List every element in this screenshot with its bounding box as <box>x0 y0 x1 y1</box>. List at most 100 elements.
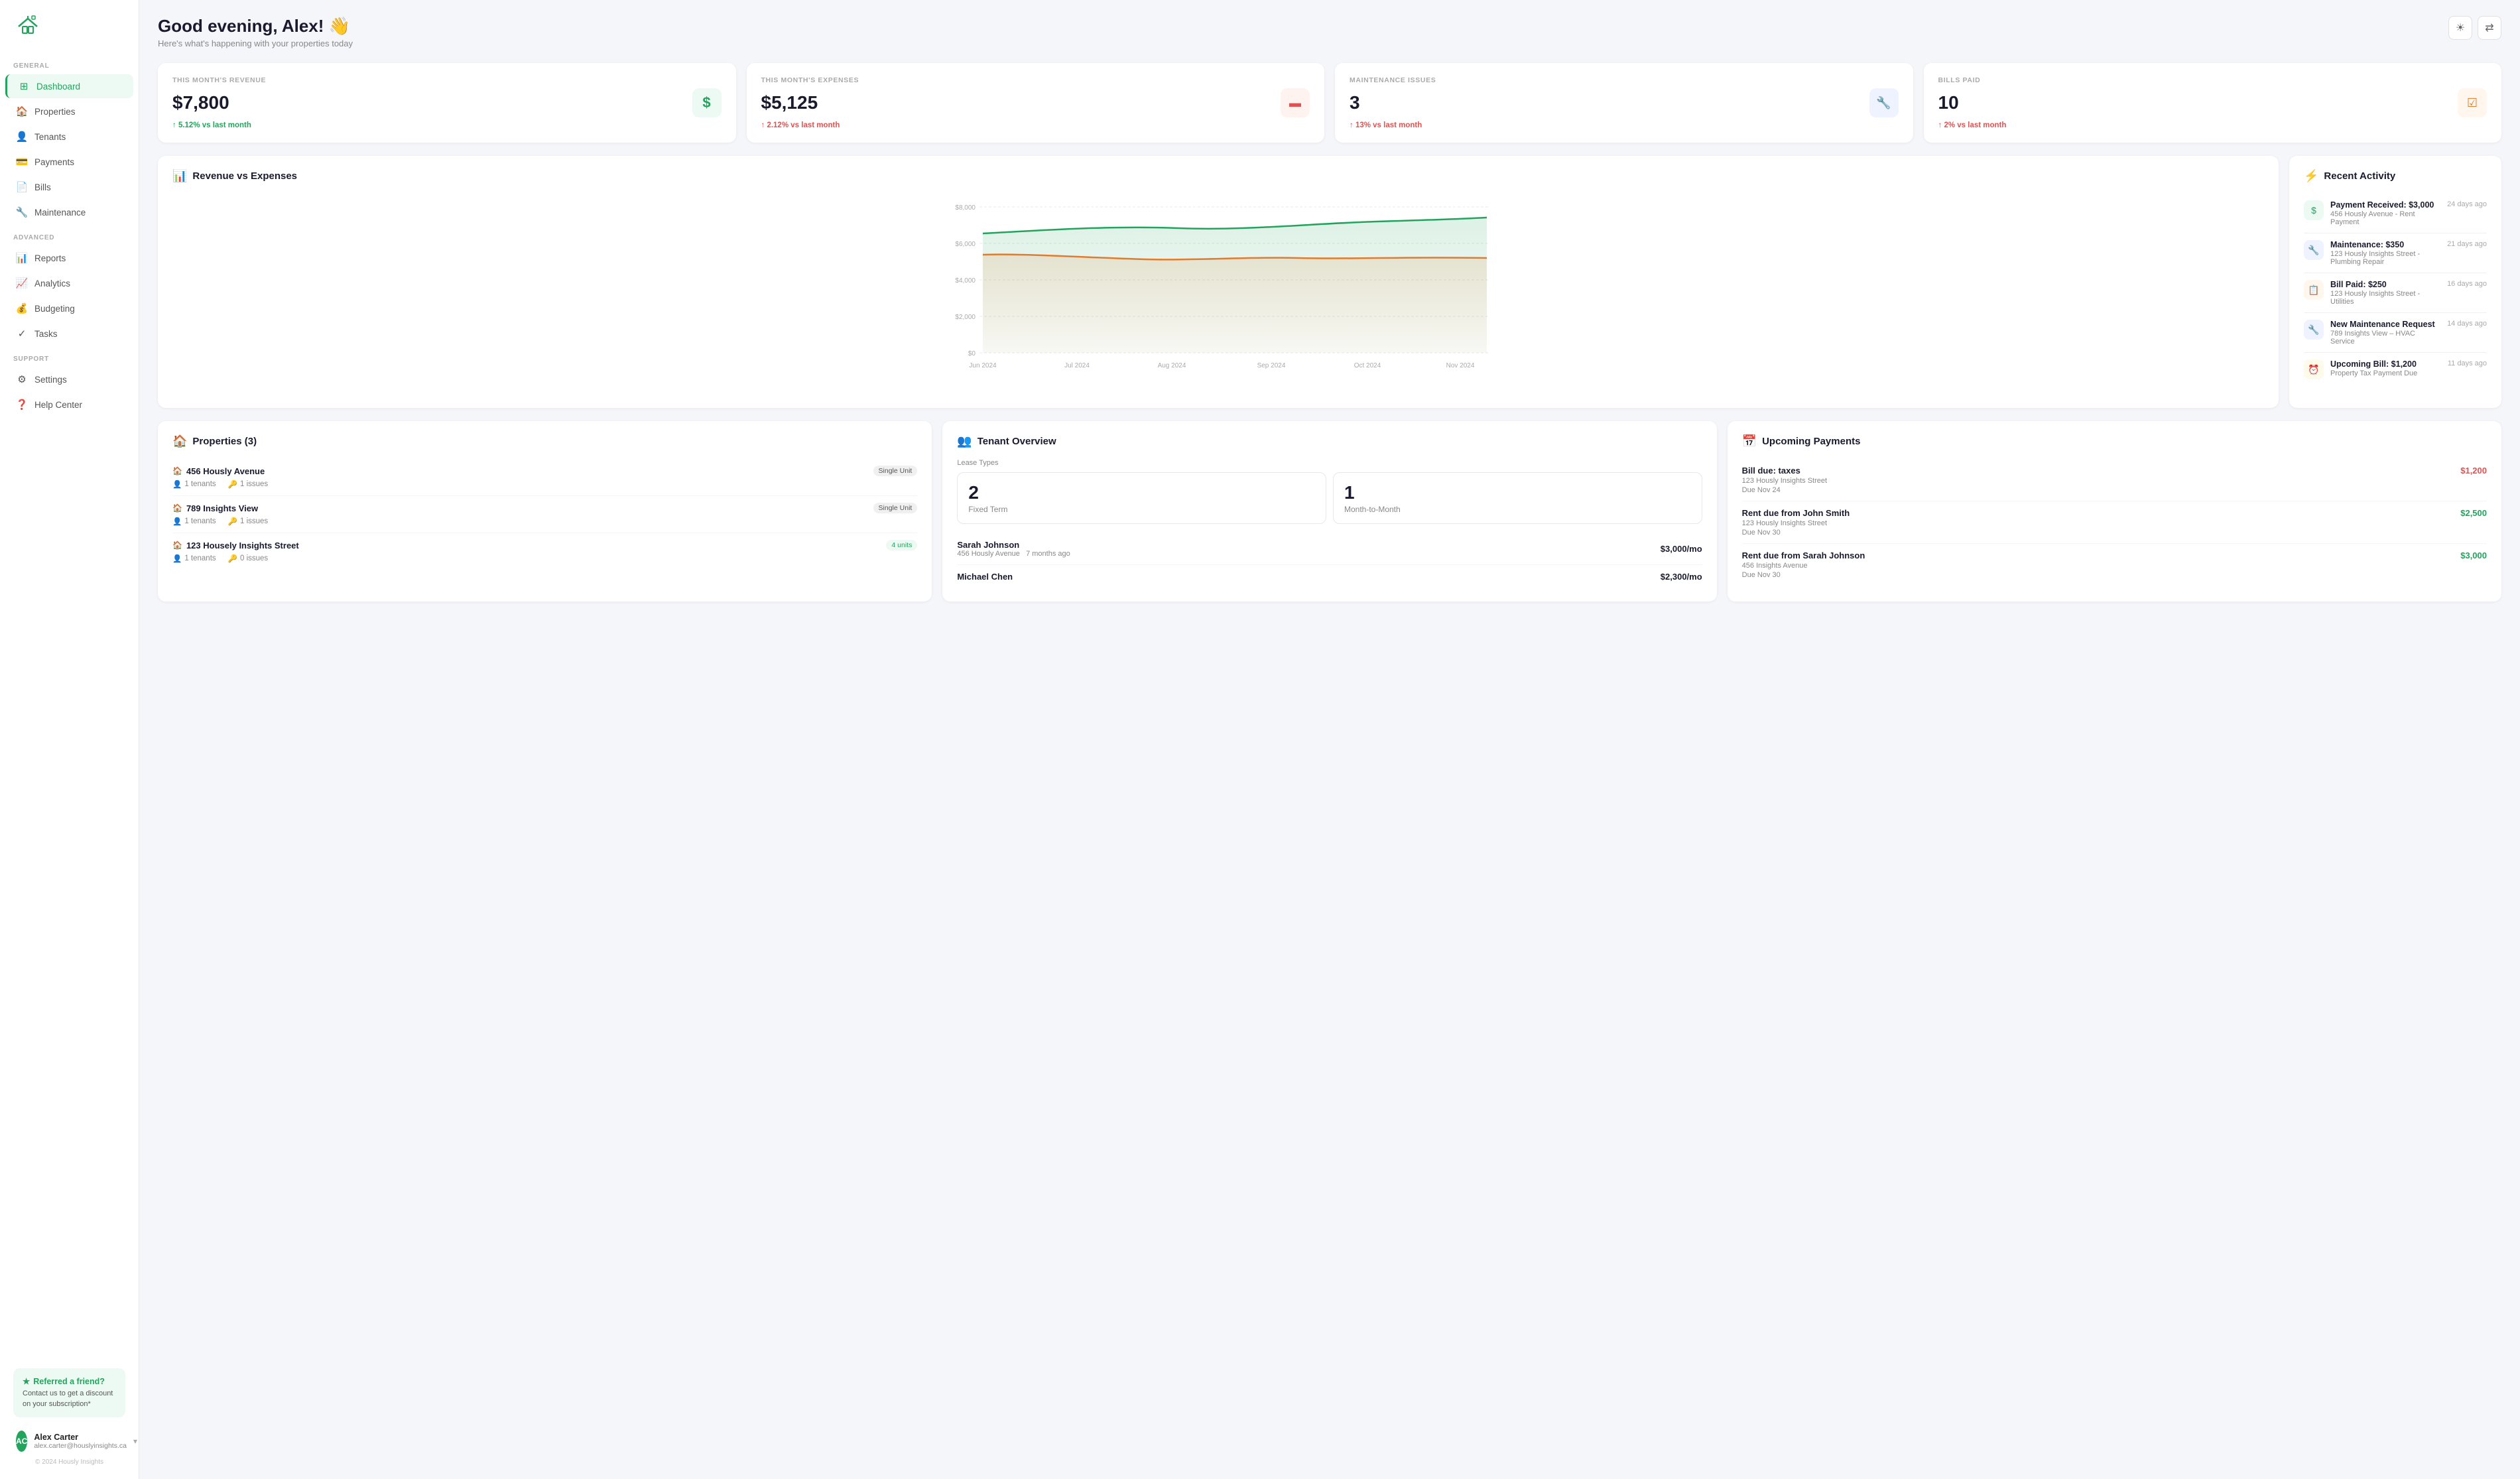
tenant-overview-header: 👥 Tenant Overview <box>957 434 1702 448</box>
property-badge: 4 units <box>886 540 917 550</box>
tenant-name: Sarah Johnson <box>957 540 1070 550</box>
payment-top: Rent due from Sarah Johnson $3,000 <box>1742 550 2487 560</box>
svg-text:Jun 2024: Jun 2024 <box>969 362 997 369</box>
property-tenants: 👤 1 tenants <box>172 517 216 526</box>
properties-card-icon: 🏠 <box>172 434 187 448</box>
activity-payment-icon: $ <box>2304 200 2324 220</box>
sidebar-item-budgeting[interactable]: 💰 Budgeting <box>5 296 133 320</box>
revenue-icon-circle: $ <box>692 88 722 117</box>
month-to-month-num: 1 <box>1344 482 1691 503</box>
property-badge: Single Unit <box>873 503 918 513</box>
tenant-name: Michael Chen <box>957 572 1013 582</box>
sidebar-item-dashboard[interactable]: ⊞ Dashboard <box>5 74 133 98</box>
activity-bill-sub: 123 Hously Insights Street - Utilities <box>2330 290 2440 306</box>
property-tenants: 👤 1 tenants <box>172 480 216 489</box>
sidebar-item-reports[interactable]: 📊 Reports <box>5 246 133 270</box>
person-icon: 👤 <box>172 517 182 526</box>
sidebar-item-label: Properties <box>34 107 76 117</box>
sidebar-item-label: Maintenance <box>34 208 86 218</box>
home-icon: 🏠 <box>172 503 182 513</box>
payment-item: Bill due: taxes $1,200 123 Hously Insigh… <box>1742 459 2487 501</box>
chart-title: Revenue vs Expenses <box>192 170 297 182</box>
stat-maintenance-value: 3 <box>1350 92 1360 113</box>
activity-upcoming-title: Upcoming Bill: $1,200 <box>2330 359 2441 369</box>
referral-box[interactable]: ★ Referred a friend? Contact us to get a… <box>13 1368 125 1417</box>
payment-address: 123 Hously Insights Street <box>1742 477 2487 485</box>
tasks-icon: ✓ <box>16 328 28 340</box>
activity-item: 🔧 Maintenance: $350 123 Hously Insights … <box>2304 233 2487 273</box>
activity-maint-time: 21 days ago <box>2447 240 2487 248</box>
tenants-icon: 👤 <box>16 131 28 143</box>
activity-newmaint-icon: 🔧 <box>2304 320 2324 340</box>
svg-text:$6,000: $6,000 <box>955 241 976 248</box>
activity-newmaint-sub: 789 Insights View – HVAC Service <box>2330 330 2440 346</box>
key-icon: 🔑 <box>228 554 237 563</box>
property-issues: 🔑 0 issues <box>228 554 269 563</box>
payment-address: 456 Insights Avenue <box>1742 562 2487 570</box>
svg-text:$8,000: $8,000 <box>955 204 976 212</box>
stat-maintenance: MAINTENANCE ISSUES 3 🔧 ↑ 13% vs last mon… <box>1335 63 1913 143</box>
chart-icon: 📊 <box>172 169 187 183</box>
activity-payment-content: Payment Received: $3,000 456 Hously Aven… <box>2330 200 2440 226</box>
theme-toggle-button[interactable]: ☀ <box>2448 16 2472 40</box>
payment-item: Rent due from Sarah Johnson $3,000 456 I… <box>1742 544 2487 586</box>
activity-maint-icon: 🔧 <box>2304 240 2324 260</box>
svg-text:Sep 2024: Sep 2024 <box>1257 362 1286 369</box>
payment-item: Rent due from John Smith $2,500 123 Hous… <box>1742 501 2487 544</box>
maintenance-icon: 🔧 <box>16 206 28 218</box>
activity-newmaint-content: New Maintenance Request 789 Insights Vie… <box>2330 320 2440 346</box>
user-row[interactable]: AC Alex Carter alex.carter@houslyinsight… <box>8 1424 131 1458</box>
payment-name: Rent due from John Smith <box>1742 508 1850 518</box>
activity-upcoming-time: 11 days ago <box>2448 359 2487 367</box>
user-info: Alex Carter alex.carter@houslyinsights.c… <box>34 1433 127 1450</box>
sidebar-item-tasks[interactable]: ✓ Tasks <box>5 322 133 346</box>
activity-newmaint-title: New Maintenance Request <box>2330 320 2440 329</box>
sidebar-item-bills[interactable]: 📄 Bills <box>5 175 133 199</box>
payment-amount: $3,000 <box>2460 550 2487 560</box>
section-general: GENERAL <box>0 53 139 74</box>
tenant-overview-card: 👥 Tenant Overview Lease Types 2 Fixed Te… <box>942 421 1716 602</box>
property-name: 🏠 123 Housely Insights Street <box>172 541 299 550</box>
activity-bill-content: Bill Paid: $250 123 Hously Insights Stre… <box>2330 280 2440 306</box>
month-to-month-card: 1 Month-to-Month <box>1333 472 1702 524</box>
copyright: © 2024 Hously Insights <box>8 1458 131 1471</box>
stat-expenses-value: $5,125 <box>761 92 818 113</box>
sidebar-item-payments[interactable]: 💳 Payments <box>5 150 133 174</box>
properties-header: 🏠 Properties (3) <box>172 434 917 448</box>
sidebar-item-help[interactable]: ❓ Help Center <box>5 393 133 417</box>
stat-bills-change: ↑ 2% vs last month <box>1938 121 2488 129</box>
sidebar-item-settings[interactable]: ⚙ Settings <box>5 367 133 391</box>
sidebar-item-analytics[interactable]: 📈 Analytics <box>5 271 133 295</box>
property-item: 🏠 456 Hously Avenue Single Unit 👤 1 tena… <box>172 459 917 496</box>
avatar: AC <box>16 1431 27 1452</box>
activity-item: ⏰ Upcoming Bill: $1,200 Property Tax Pay… <box>2304 353 2487 386</box>
sidebar-item-tenants[interactable]: 👤 Tenants <box>5 125 133 149</box>
checkmark-icon: ☑ <box>2467 96 2478 110</box>
stat-revenue-value: $7,800 <box>172 92 229 113</box>
activity-bill-title: Bill Paid: $250 <box>2330 280 2440 289</box>
fixed-term-num: 2 <box>968 482 1315 503</box>
chevron-down-icon: ▾ <box>133 1437 137 1446</box>
property-issues: 🔑 1 issues <box>228 480 269 489</box>
tenant-item: Sarah Johnson 456 Hously Avenue 7 months… <box>957 533 1702 565</box>
stat-revenue-label: THIS MONTH'S REVENUE <box>172 76 722 84</box>
activity-upcoming-icon: ⏰ <box>2304 359 2324 379</box>
stat-bills: BILLS PAID 10 ☑ ↑ 2% vs last month <box>1924 63 2502 143</box>
sidebar-item-maintenance[interactable]: 🔧 Maintenance <box>5 200 133 224</box>
home-icon: 🏠 <box>172 466 182 476</box>
expenses-icon-circle: ▬ <box>1281 88 1310 117</box>
sidebar-item-label: Tasks <box>34 329 58 339</box>
settings-icon: ⚙ <box>16 373 28 385</box>
stats-row: THIS MONTH'S REVENUE $7,800 $ ↑ 5.12% vs… <box>158 63 2501 143</box>
activity-title: Recent Activity <box>2324 170 2395 182</box>
share-button[interactable]: ⇄ <box>2478 16 2501 40</box>
lease-types-label: Lease Types <box>957 459 1702 467</box>
properties-icon: 🏠 <box>16 105 28 117</box>
reports-icon: 📊 <box>16 252 28 264</box>
section-advanced: ADVANCED <box>0 225 139 245</box>
sidebar-item-properties[interactable]: 🏠 Properties <box>5 99 133 123</box>
payment-due: Due Nov 30 <box>1742 571 2487 579</box>
svg-text:$4,000: $4,000 <box>955 277 976 285</box>
activity-newmaint-time: 14 days ago <box>2447 320 2487 328</box>
payments-icon: 💳 <box>16 156 28 168</box>
